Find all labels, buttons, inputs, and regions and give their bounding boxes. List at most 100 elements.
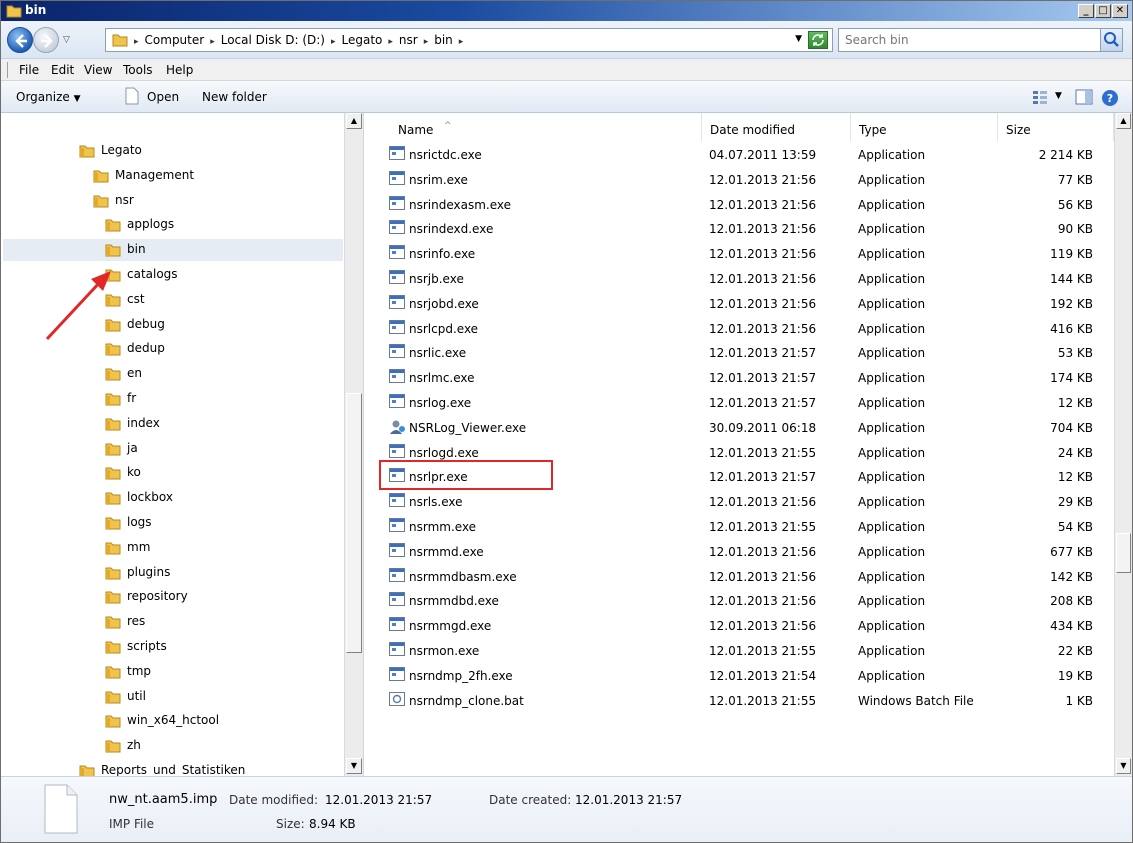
folder-icon xyxy=(105,441,121,460)
organize-label: Organize xyxy=(16,90,70,104)
breadcrumb-item[interactable]: Local Disk D: (D:) xyxy=(221,33,325,47)
address-box[interactable]: ▸ Computer ▸ Local Disk D: (D:) ▸ Legato ▸ nsr ▸… xyxy=(105,28,833,52)
column-name[interactable]: Name ^ xyxy=(364,113,702,141)
scroll-up-arrow-icon[interactable]: ▲ xyxy=(1116,113,1131,129)
file-row[interactable]: nsrls.exe 12.01.2013 21:56 Application 29 K… xyxy=(364,489,1114,514)
folder-icon xyxy=(105,366,121,385)
search-box[interactable] xyxy=(838,28,1123,52)
file-row[interactable]: nsrmon.exe 12.01.2013 21:55 Application 22 … xyxy=(364,638,1114,663)
file-name: nsrlog.exe xyxy=(409,396,472,410)
menu-help[interactable]: Help xyxy=(166,63,193,77)
tree-item-label: catalogs xyxy=(127,267,178,281)
address-dropdown-icon[interactable]: ▼ xyxy=(795,34,802,44)
tree-item-label: bin xyxy=(127,242,146,257)
file-row[interactable]: nsrlog.exe 12.01.2013 21:57 Application 12 … xyxy=(364,390,1114,415)
file-row[interactable]: NSRLog_Viewer.exe 30.09.2011 06:18 Applica… xyxy=(364,415,1114,440)
file-type: Application xyxy=(858,668,926,683)
breadcrumb-separator-icon[interactable]: ▸ xyxy=(134,37,139,47)
file-list: Name ^ Date modified Type Size nsrictdc.… xyxy=(364,113,1132,776)
folder-icon xyxy=(79,143,95,162)
tree-item-label: lockbox xyxy=(127,490,173,505)
maximize-button[interactable]: □ xyxy=(1095,4,1111,18)
refresh-icon xyxy=(812,34,824,46)
tree-item-label: logs xyxy=(127,515,152,529)
minimize-button[interactable]: _ xyxy=(1078,4,1094,18)
search-input[interactable] xyxy=(845,32,1075,48)
application-icon xyxy=(389,270,405,287)
file-row[interactable]: nsrlic.exe 12.01.2013 21:57 Application 53 … xyxy=(364,340,1114,365)
change-view-icon[interactable] xyxy=(1032,89,1048,108)
refresh-button[interactable] xyxy=(808,31,828,49)
breadcrumb-separator-icon[interactable]: ▸ xyxy=(459,37,464,47)
preview-pane-icon[interactable] xyxy=(1075,89,1093,108)
file-row[interactable]: nsrmm.exe 12.01.2013 21:55 Application 54 K… xyxy=(364,514,1114,539)
breadcrumb-separator-icon[interactable]: ▸ xyxy=(210,37,215,47)
open-button[interactable]: Open xyxy=(147,90,179,104)
breadcrumb-separator-icon[interactable]: ▸ xyxy=(388,37,393,47)
close-button[interactable]: ✕ xyxy=(1112,4,1128,18)
scroll-down-arrow-icon[interactable]: ▼ xyxy=(346,758,362,774)
search-button[interactable] xyxy=(1100,29,1122,51)
back-button[interactable] xyxy=(7,27,33,53)
chevron-down-icon: ▼ xyxy=(73,94,81,104)
breadcrumb-item[interactable]: nsr xyxy=(399,33,418,47)
file-row[interactable]: nsrictdc.exe 04.07.2011 13:59 Application 2… xyxy=(364,142,1114,167)
file-row[interactable]: nsrmmdbd.exe 12.01.2013 21:56 Application 2… xyxy=(364,588,1114,613)
file-type: Application xyxy=(858,272,926,286)
file-list-scroll-thumb[interactable] xyxy=(1116,533,1131,573)
scroll-down-arrow-icon[interactable]: ▼ xyxy=(1116,758,1131,774)
tree-item-label: mm xyxy=(127,539,151,554)
tree-item-label: repository xyxy=(127,589,188,604)
red-arrow-icon xyxy=(45,271,111,341)
breadcrumb-item[interactable]: Computer xyxy=(145,33,205,47)
application-icon xyxy=(389,542,405,560)
file-row[interactable]: nsrlcpd.exe 12.01.2013 21:56 Application 41… xyxy=(364,316,1114,341)
navigation-scrollbar[interactable]: ▲ ▼ xyxy=(344,113,363,776)
new-folder-button[interactable]: New folder xyxy=(202,90,267,104)
breadcrumb-item[interactable]: Legato xyxy=(342,33,383,47)
file-row[interactable]: nsrinfo.exe 12.01.2013 21:56 Application 11… xyxy=(364,241,1114,266)
explorer-window: bin _ □ ✕ ▽ ▸ Computer ▸ Local Disk D: (D:)… xyxy=(0,0,1133,843)
file-row[interactable]: nsrjb.exe 12.01.2013 21:56 Application 144 … xyxy=(364,266,1114,291)
navigation-scroll-thumb[interactable] xyxy=(346,393,362,653)
file-row[interactable]: nsrindexd.exe 12.01.2013 21:56 Application… xyxy=(364,216,1114,241)
menu-view[interactable]: View xyxy=(84,63,112,77)
organize-button[interactable]: Organize ▼ xyxy=(16,90,81,104)
file-list-scrollbar[interactable]: ▲ ▼ xyxy=(1114,113,1132,776)
folder-icon xyxy=(105,664,121,683)
breadcrumb-item[interactable]: bin xyxy=(434,33,453,47)
column-type[interactable]: Type xyxy=(851,113,998,141)
file-row[interactable]: nsrndmp_2fh.exe 12.01.2013 21:54 Applicati… xyxy=(364,663,1114,688)
file-type: Application xyxy=(858,371,926,386)
forward-button[interactable] xyxy=(33,27,59,53)
file-date: 12.01.2013 21:56 xyxy=(709,495,817,510)
file-row[interactable]: nsrlmc.exe 12.01.2013 21:57 Application 174… xyxy=(364,365,1114,390)
selected-file-name: nw_nt.aam5.imp xyxy=(109,792,218,807)
file-row[interactable]: nsrjobd.exe 12.01.2013 21:56 Application 19… xyxy=(364,291,1114,316)
column-size[interactable]: Size xyxy=(998,113,1114,141)
file-row[interactable]: nsrindexasm.exe 12.01.2013 21:56 Applicati… xyxy=(364,192,1114,217)
column-date[interactable]: Date modified xyxy=(702,113,851,141)
tree-item-label: tmp xyxy=(127,663,152,678)
folder-icon xyxy=(105,713,121,732)
file-row[interactable]: nsrmmdbasm.exe 12.01.2013 21:56 Applicatio… xyxy=(364,564,1114,589)
file-row[interactable]: nsrndmp_clone.bat 12.01.2013 21:55 Windows… xyxy=(364,688,1114,713)
view-dropdown-icon[interactable]: ▼ xyxy=(1055,91,1062,101)
file-row[interactable]: nsrmmgd.exe 12.01.2013 21:56 Application 43… xyxy=(364,613,1114,638)
tree-item-label: Reports_und_Statistiken xyxy=(101,763,246,776)
scroll-up-arrow-icon[interactable]: ▲ xyxy=(346,113,362,129)
file-date: 12.01.2013 21:55 xyxy=(709,693,817,708)
menu-file[interactable]: File xyxy=(19,63,39,77)
file-row[interactable]: nsrmmd.exe 12.01.2013 21:56 Application 677… xyxy=(364,539,1114,564)
menu-tools[interactable]: Tools xyxy=(123,63,153,77)
breadcrumb-separator-icon[interactable]: ▸ xyxy=(424,37,429,47)
help-icon[interactable]: ? xyxy=(1101,89,1119,110)
details-pane: nw_nt.aam5.imp Date modified: 12.01.2013… xyxy=(1,776,1132,842)
breadcrumb-separator-icon[interactable]: ▸ xyxy=(331,37,336,47)
application-icon xyxy=(389,294,405,312)
menu-edit[interactable]: Edit xyxy=(51,63,74,77)
recent-pages-dropdown[interactable]: ▽ xyxy=(63,35,70,45)
file-row[interactable]: nsrim.exe 12.01.2013 21:56 Application 77 K… xyxy=(364,167,1114,192)
tree-item-bin[interactable]: bin xyxy=(3,239,343,262)
file-size: 77 KB xyxy=(1057,172,1093,187)
